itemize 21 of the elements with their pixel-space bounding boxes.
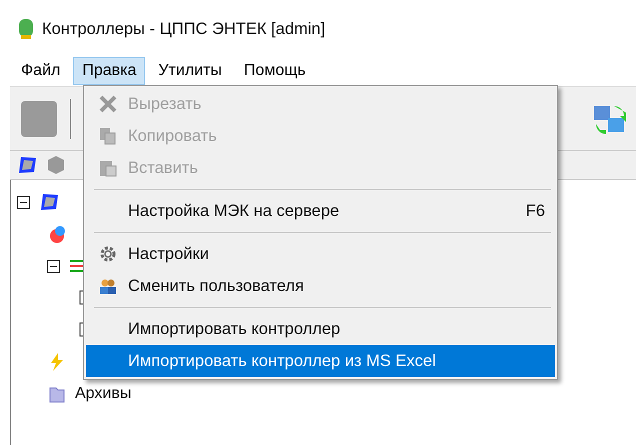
- menu-option[interactable]: Импортировать контроллер из MS Excel: [86, 345, 555, 377]
- menu-option[interactable]: Сменить пользователя: [86, 270, 555, 302]
- menu-item[interactable]: Правка: [73, 57, 146, 85]
- window-title: Контроллеры - ЦППС ЭНТЕК [admin]: [42, 18, 326, 40]
- copy-icon: [98, 126, 118, 146]
- cut-icon: [98, 94, 118, 114]
- paste-icon: [98, 158, 118, 178]
- menu-item[interactable]: Помощь: [234, 57, 315, 85]
- controller-icon[interactable]: [16, 155, 38, 175]
- menu-item[interactable]: Утилиты: [149, 57, 231, 85]
- menu-option[interactable]: Настройка МЭК на сервере F6: [86, 195, 555, 227]
- menu-option[interactable]: Импортировать контроллер: [86, 313, 555, 345]
- controller-icon: [38, 192, 58, 212]
- settings-icon: [98, 244, 118, 264]
- app-icon: [18, 18, 34, 40]
- menu-option[interactable]: Настройки: [86, 238, 555, 270]
- expander-icon[interactable]: [47, 260, 60, 272]
- expander-icon[interactable]: [17, 196, 30, 208]
- shortcut-text: F6: [526, 200, 545, 222]
- tree-item[interactable]: Архивы: [75, 382, 132, 406]
- menu-item[interactable]: Файл: [12, 57, 70, 85]
